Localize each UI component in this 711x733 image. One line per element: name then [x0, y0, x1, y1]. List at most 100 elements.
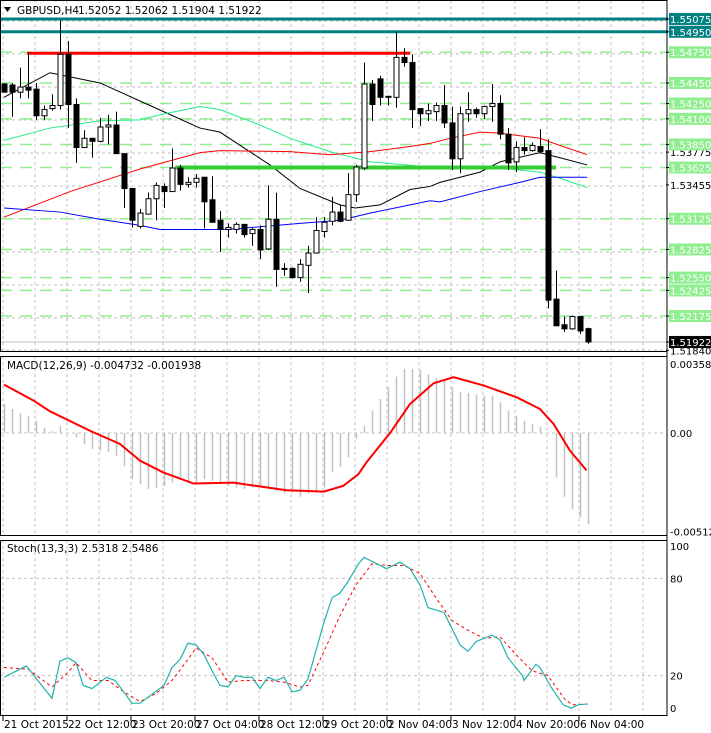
candle: [465, 92, 472, 122]
price-axis-label: 1.54750: [666, 46, 711, 59]
price-axis-label-text: 1.53625: [670, 163, 711, 174]
candle: [281, 263, 288, 276]
candle-body-bear: [89, 137, 96, 142]
symbol-label: GBPUSD,H4: [17, 5, 79, 17]
price-axis-label: 1.54450: [666, 76, 711, 90]
candle-body-bear: [273, 218, 280, 270]
candle-body-bull: [321, 221, 328, 233]
time-axis-label: 21 Oct 2015: [4, 719, 69, 731]
candle-body-bull: [81, 137, 88, 149]
candle-body-bull: [41, 109, 48, 117]
candle-body-bear: [521, 147, 528, 152]
macd-pane[interactable]: [3, 368, 590, 524]
candle: [201, 176, 208, 229]
candle: [401, 48, 408, 67]
candle-body-bear: [337, 211, 344, 222]
candle: [81, 130, 88, 149]
stoch-axis-label: 100: [670, 542, 689, 553]
candle-body-bear: [121, 153, 128, 189]
price-axis-label: 1.52550: [666, 271, 711, 285]
price-pane[interactable]: [0, 17, 668, 344]
stochastic-pane[interactable]: [3, 556, 589, 709]
candle: [169, 148, 176, 193]
candle: [569, 315, 576, 330]
candle: [129, 187, 136, 228]
ohlc-readout: 1.52052 1.52062 1.51904 1.51922: [78, 5, 262, 17]
price-axis-label-text: 1.52425: [670, 286, 711, 297]
candle: [537, 129, 544, 154]
candle: [57, 20, 64, 110]
price-axis-label: 1.54100: [666, 112, 711, 126]
candle-body-bear: [33, 88, 40, 117]
candle-body-bull: [281, 267, 288, 270]
price-axis-label-text: 1.54100: [670, 115, 711, 126]
candle: [209, 176, 216, 223]
candle-body-bear: [113, 124, 120, 155]
candle: [361, 62, 368, 171]
price-axis-label-text: 1.53125: [670, 215, 711, 226]
candle: [41, 105, 48, 120]
price-axis-label: 1.53455: [666, 181, 711, 192]
candle-body-bull: [313, 230, 320, 254]
candle-body-bull: [297, 263, 304, 279]
candle: [177, 164, 184, 191]
candle-body-bull: [481, 106, 488, 115]
candle: [217, 211, 224, 253]
price-axis-label-text: 1.54250: [670, 99, 711, 110]
price-axis-label-text: 1.52175: [670, 312, 711, 323]
candle-body-bear: [209, 199, 216, 223]
candle-body-bear: [201, 176, 208, 203]
time-axis-label: 22 Oct 12:00: [68, 719, 136, 731]
candle: [545, 139, 552, 309]
triangle-down-icon[interactable]: [4, 7, 11, 12]
price-axis-label-text: 1.52550: [670, 274, 711, 285]
candle: [1, 82, 8, 93]
candle: [577, 316, 584, 334]
stoch-axis-label: 20: [670, 672, 683, 683]
candle-body-bear: [161, 185, 168, 193]
candle: [153, 182, 160, 221]
candle-body-bear: [369, 83, 376, 105]
macd-signal-line: [3, 376, 588, 493]
stoch-axis-label: 80: [670, 574, 683, 585]
price-axis-label-text: 1.54450: [670, 79, 711, 90]
candle-body-bull: [97, 126, 104, 142]
time-axis-label: 28 Oct 12:00: [260, 719, 328, 731]
macd-axis-label: 0.003589: [670, 360, 711, 371]
candle-body-bull: [249, 228, 256, 235]
grid: [0, 0, 666, 716]
price-axis-label-text: 1.54950: [670, 28, 711, 39]
candle-body-bear: [217, 219, 224, 230]
candle: [417, 108, 424, 127]
price-axis-label: 1.52175: [666, 310, 711, 323]
candle-body-bull: [361, 83, 368, 169]
candle-body-bear: [177, 167, 184, 185]
stoch-title: Stoch(13,3,3) 2.5318 2.5486: [7, 543, 159, 555]
candle-body-bear: [505, 133, 512, 164]
macd-axis-label: 0.00: [670, 429, 692, 440]
candle-body-bull: [465, 109, 472, 115]
candle-body-bull: [193, 177, 200, 183]
price-axis-label-text: 1.51922: [670, 338, 711, 349]
time-axis-label: 4 Nov 20:00: [516, 719, 580, 731]
candle-body-bull: [353, 166, 360, 196]
candle-body-bull: [489, 102, 496, 108]
time-axis-label: 2 Nov 04:00: [388, 719, 452, 731]
candle-body-bull: [153, 184, 160, 200]
trading-chart[interactable]: 1.55075 1.54950 1.54750 1.54450 1.54250 1.541…: [0, 0, 711, 733]
candle: [393, 31, 400, 108]
candle-body-bear: [9, 84, 16, 93]
candle: [249, 227, 256, 246]
time-axis-label: 3 Nov 12:00: [452, 719, 516, 731]
stoch-pane-frame: [0, 540, 668, 716]
candle-body-bear: [25, 86, 32, 91]
price-axis-label-text: 1.54750: [670, 48, 711, 59]
candle-body-bull: [265, 218, 272, 250]
candle-body-bull: [457, 113, 464, 160]
candle-body-bear: [73, 103, 80, 149]
candle-body-bear: [561, 324, 568, 330]
price-axis-label: 1.52425: [666, 284, 711, 297]
candle-body-bull: [425, 110, 432, 115]
candle: [289, 267, 296, 279]
price-axis-label: 1.52825: [666, 243, 711, 256]
